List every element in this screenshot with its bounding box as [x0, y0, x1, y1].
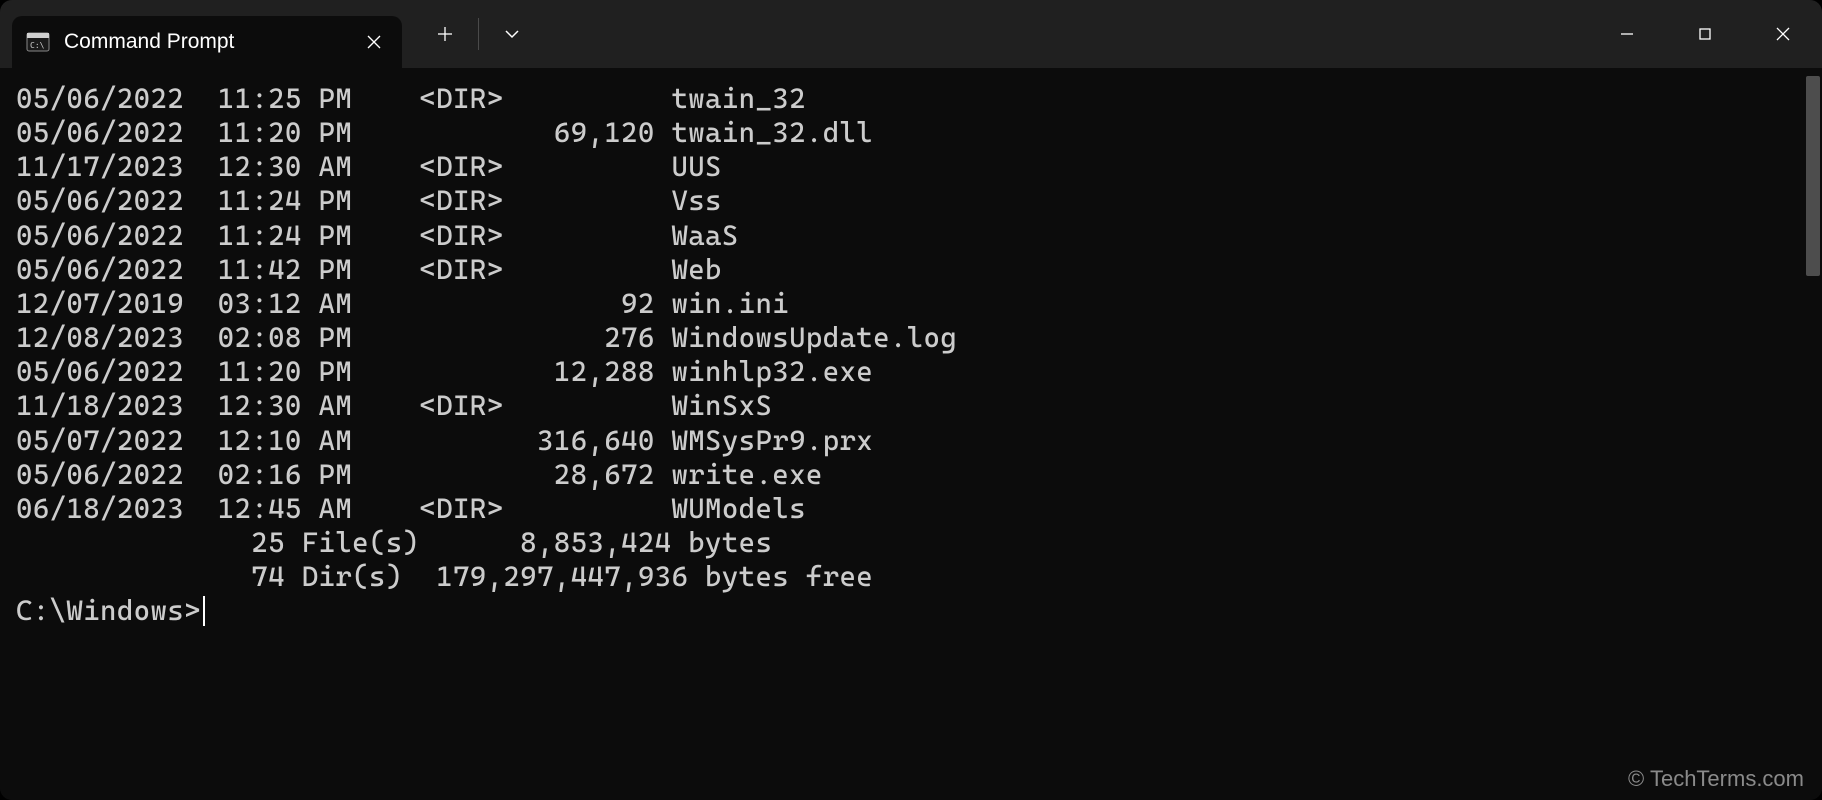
terminal-line: 12/07/2019 03:12 AM 92 win.ini [16, 287, 1806, 321]
maximize-button[interactable] [1666, 0, 1744, 68]
terminal-line: 11/17/2023 12:30 AM <DIR> UUS [16, 150, 1806, 184]
tab-close-button[interactable] [362, 30, 386, 54]
prompt-line: C:\Windows> [16, 594, 1806, 628]
title-bar-drag-area[interactable] [541, 0, 1588, 68]
terminal-line: 05/06/2022 11:20 PM 12,288 winhlp32.exe [16, 355, 1806, 389]
terminal-line: 06/18/2023 12:45 AM <DIR> WUModels [16, 492, 1806, 526]
terminal-line: 25 File(s) 8,853,424 bytes [16, 526, 1806, 560]
terminal-line: 05/06/2022 11:42 PM <DIR> Web [16, 253, 1806, 287]
close-button[interactable] [1744, 0, 1822, 68]
tab-strip: C:\ Command Prompt [0, 0, 402, 68]
terminal-line: 74 Dir(s) 179,297,447,936 bytes free [16, 560, 1806, 594]
terminal-output: 05/06/2022 11:25 PM <DIR> twain_3205/06/… [16, 82, 1806, 629]
tab-title: Command Prompt [64, 30, 348, 54]
tab-actions [402, 0, 541, 68]
terminal-line: 05/06/2022 11:24 PM <DIR> Vss [16, 184, 1806, 218]
title-bar: C:\ Command Prompt [0, 0, 1822, 68]
terminal-line: 05/06/2022 11:20 PM 69,120 twain_32.dll [16, 116, 1806, 150]
tab-active[interactable]: C:\ Command Prompt [12, 16, 402, 68]
terminal-line: 05/07/2022 12:10 AM 316,640 WMSysPr9.prx [16, 424, 1806, 458]
svg-text:C:\: C:\ [30, 41, 45, 50]
terminal-line: 05/06/2022 02:16 PM 28,672 write.exe [16, 458, 1806, 492]
terminal-body[interactable]: 05/06/2022 11:25 PM <DIR> twain_3205/06/… [0, 68, 1822, 800]
prompt-text: C:\Windows> [16, 594, 201, 628]
terminal-line: 05/06/2022 11:24 PM <DIR> WaaS [16, 219, 1806, 253]
tab-divider [478, 18, 479, 50]
scrollbar-thumb[interactable] [1806, 76, 1820, 276]
terminal-window: C:\ Command Prompt [0, 0, 1822, 800]
tab-dropdown-button[interactable] [483, 0, 541, 68]
minimize-button[interactable] [1588, 0, 1666, 68]
cursor [203, 596, 205, 626]
window-controls [1588, 0, 1822, 68]
cmd-icon: C:\ [26, 30, 50, 54]
terminal-line: 05/06/2022 11:25 PM <DIR> twain_32 [16, 82, 1806, 116]
terminal-line: 12/08/2023 02:08 PM 276 WindowsUpdate.lo… [16, 321, 1806, 355]
new-tab-button[interactable] [416, 0, 474, 68]
terminal-line: 11/18/2023 12:30 AM <DIR> WinSxS [16, 389, 1806, 423]
watermark: © TechTerms.com [1628, 766, 1804, 792]
